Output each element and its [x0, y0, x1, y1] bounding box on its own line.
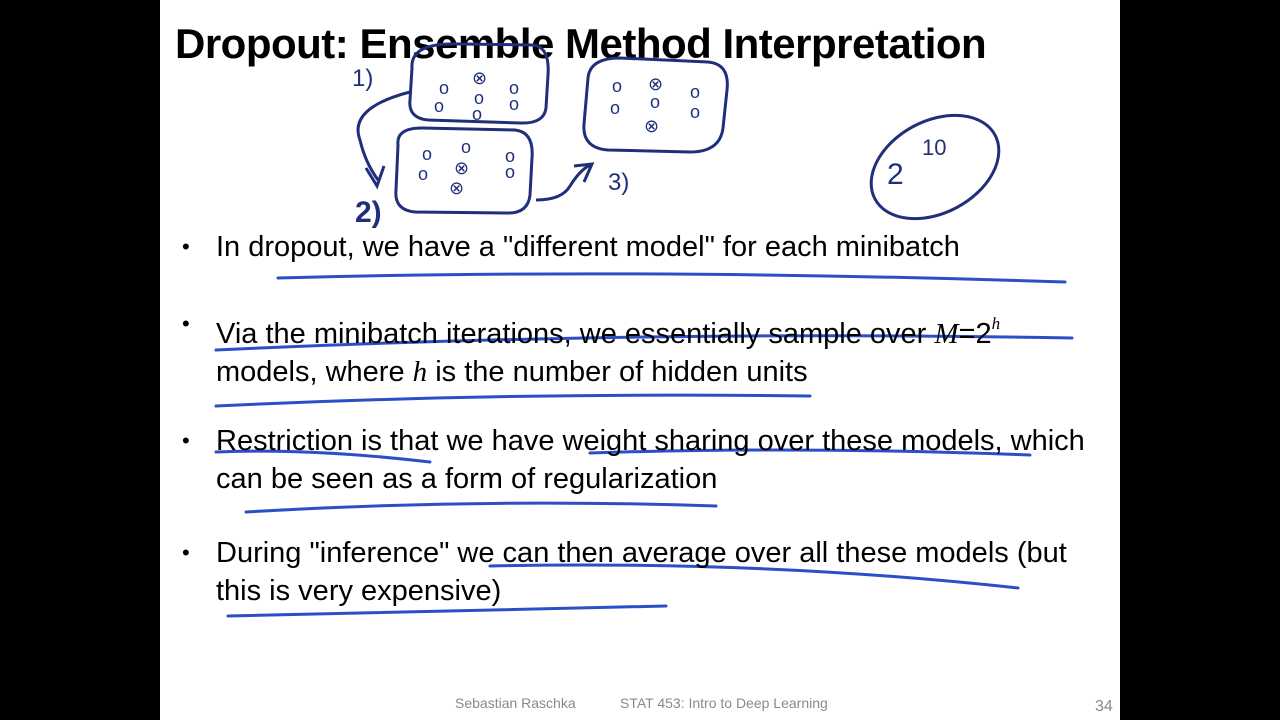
svg-text:o: o: [612, 76, 622, 96]
power-exponent: 10: [922, 135, 946, 160]
arrow-1-to-2: [356, 90, 411, 181]
network-box-2: [394, 126, 534, 215]
svg-text:o: o: [505, 162, 515, 182]
page-number: 34: [1095, 698, 1113, 715]
power-base: 2: [887, 158, 904, 191]
svg-text:⊗: ⊗: [454, 158, 469, 178]
svg-text:o: o: [434, 96, 444, 116]
svg-text:o: o: [461, 137, 471, 157]
svg-text:⊗: ⊗: [472, 68, 487, 88]
slide: Dropout: Ensemble Method Interpretation: [160, 0, 1120, 720]
bullet-marker: •: [182, 311, 190, 336]
bullet-text: In dropout, we have a "different model" …: [216, 231, 960, 263]
svg-text:⊗: ⊗: [644, 116, 659, 136]
bullet-marker: •: [182, 234, 190, 259]
bullet-text: Restriction is that we have weight shari…: [216, 425, 1085, 495]
svg-text:o: o: [690, 82, 700, 102]
svg-text:⊗: ⊗: [449, 178, 464, 198]
bullet-text-part3: is the number of hidden units: [427, 356, 808, 388]
neurons-box-2: o o o ⊗ o o ⊗: [418, 137, 515, 198]
footer-course: STAT 453: Intro to Deep Learning: [620, 695, 828, 711]
slide-title: Dropout: Ensemble Method Interpretation: [175, 20, 987, 67]
neurons-box-3: o ⊗ o o o o ⊗: [610, 74, 700, 136]
step-label-2: 2): [355, 196, 382, 229]
svg-text:⊗: ⊗: [648, 74, 663, 94]
arrow-2-to-3-head: [573, 162, 595, 183]
svg-text:o: o: [418, 164, 428, 184]
network-box-3: [582, 56, 729, 154]
math-base: 2: [975, 318, 992, 350]
math-exponent: h: [991, 314, 1001, 333]
footer-author: Sebastian Raschka: [455, 695, 576, 711]
bullet-text-part2: models, where: [216, 356, 413, 388]
arrow-1-to-2-head: [364, 165, 386, 190]
svg-text:o: o: [422, 144, 432, 164]
svg-text:o: o: [650, 92, 660, 112]
svg-text:o: o: [509, 94, 519, 114]
step-label-1: 1): [352, 65, 373, 92]
bullet-text: Via the minibatch iterations, we essenti…: [216, 305, 1096, 391]
bullet-marker: •: [182, 540, 190, 565]
bullet-marker: •: [182, 428, 190, 453]
svg-text:o: o: [509, 78, 519, 98]
bullet-text: During "inference" we can then average o…: [216, 537, 1067, 607]
math-symbol-M: M: [934, 318, 959, 350]
svg-text:o: o: [474, 88, 484, 108]
svg-text:o: o: [439, 78, 449, 98]
svg-text:o: o: [472, 104, 482, 124]
math-equals: =: [958, 318, 976, 350]
arrow-2-to-3: [535, 163, 591, 202]
svg-text:o: o: [690, 102, 700, 122]
bullet-text-part1: Via the minibatch iterations, we essenti…: [216, 318, 935, 350]
power-ellipse: [869, 113, 1001, 221]
svg-text:o: o: [505, 146, 515, 166]
step-label-3: 3): [608, 169, 629, 196]
neurons-box-1: ⊗ o o o o o o: [434, 68, 519, 124]
math-symbol-h: h: [412, 356, 428, 388]
svg-text:o: o: [610, 98, 620, 118]
